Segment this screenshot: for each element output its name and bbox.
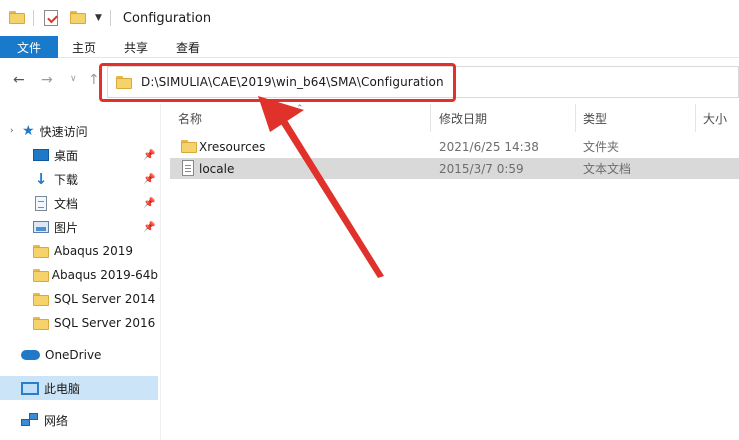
customize-toolbar-chevron-icon[interactable]: ▼: [95, 13, 102, 23]
network-icon: [21, 413, 39, 427]
nav-item-label: 网络: [44, 413, 69, 428]
file-row[interactable]: Xresources 2021/6/25 14:38 文件夹: [170, 136, 739, 157]
column-header-size[interactable]: 大小: [703, 104, 727, 132]
nav-item-pictures[interactable]: 图片 📌: [0, 215, 158, 239]
forward-arrow-icon[interactable]: →: [41, 72, 53, 88]
file-date: 2015/3/7 0:59: [439, 161, 524, 176]
nav-item-abaqus-2019-64b[interactable]: Abaqus 2019-64b: [0, 263, 158, 287]
annotation-highlight-box: [99, 63, 456, 102]
column-divider[interactable]: [575, 104, 576, 132]
nav-quick-access[interactable]: › ★ 快速访问: [0, 119, 158, 143]
folder-icon: [33, 268, 49, 282]
pictures-icon: [33, 221, 49, 233]
chevron-right-icon[interactable]: ›: [10, 126, 22, 136]
desktop-icon: [33, 149, 49, 161]
file-type: 文本文档: [583, 162, 632, 176]
pin-icon: 📌: [143, 197, 156, 209]
folder-icon: [33, 292, 49, 306]
nav-item-label: SQL Server 2014: [54, 292, 156, 306]
ribbon-tabs: 文件 主页 共享 查看: [0, 36, 739, 58]
computer-icon: [21, 381, 39, 395]
column-header-name[interactable]: 名称: [178, 104, 202, 132]
recent-locations-chevron-icon[interactable]: ∨: [70, 74, 77, 84]
nav-item-network[interactable]: 网络: [0, 408, 158, 432]
nav-item-sql-server-2014[interactable]: SQL Server 2014: [0, 287, 158, 311]
file-row[interactable]: locale 2015/3/7 0:59 文本文档: [170, 158, 739, 179]
nav-item-label: OneDrive: [45, 348, 102, 362]
tab-file[interactable]: 文件: [0, 36, 58, 58]
star-icon: ★: [22, 123, 35, 139]
nav-item-label: Abaqus 2019-64b: [51, 268, 158, 282]
nav-item-onedrive[interactable]: OneDrive: [0, 343, 158, 367]
tab-home[interactable]: 主页: [58, 36, 110, 58]
pin-icon: 📌: [143, 173, 156, 185]
navigation-pane: › ★ 快速访问 桌面 📌 ↓ 下载 📌 文档 📌 图片 📌 Abaqus 20…: [0, 104, 160, 440]
pane-divider[interactable]: [160, 104, 161, 440]
file-type: 文件夹: [583, 140, 620, 154]
back-arrow-icon[interactable]: ←: [13, 72, 25, 88]
nav-item-downloads[interactable]: ↓ 下载 📌: [0, 167, 158, 191]
new-folder-icon[interactable]: [70, 11, 86, 25]
column-header-date[interactable]: 修改日期: [439, 104, 487, 132]
quick-access-toolbar: ▼: [0, 0, 111, 36]
toolbar-divider: [109, 10, 111, 26]
nav-item-label: 此电脑: [44, 381, 81, 396]
file-date: 2021/6/25 14:38: [439, 139, 539, 154]
column-header-type[interactable]: 类型: [583, 104, 607, 132]
documents-icon: [35, 195, 47, 211]
nav-item-desktop[interactable]: 桌面 📌: [0, 143, 158, 167]
download-icon: ↓: [34, 170, 48, 188]
cloud-icon: [21, 350, 40, 360]
nav-item-abaqus-2019[interactable]: Abaqus 2019: [0, 239, 158, 263]
nav-item-sql-server-2016[interactable]: SQL Server 2016: [0, 311, 158, 335]
up-arrow-icon[interactable]: ↑: [88, 72, 100, 88]
pin-icon: 📌: [143, 149, 156, 161]
column-divider[interactable]: [695, 104, 696, 132]
folder-icon: [33, 244, 49, 258]
folder-icon: [33, 316, 49, 330]
nav-item-label: 下载: [54, 172, 79, 187]
properties-icon[interactable]: [44, 10, 58, 26]
nav-item-documents[interactable]: 文档 📌: [0, 191, 158, 215]
title-bar: ▼ Configuration: [0, 0, 739, 36]
folder-icon: [9, 11, 25, 25]
tab-view[interactable]: 查看: [162, 36, 214, 58]
file-name[interactable]: locale: [199, 162, 234, 176]
file-name[interactable]: Xresources: [199, 140, 265, 154]
column-divider[interactable]: [430, 104, 431, 132]
nav-item-this-pc[interactable]: 此电脑: [0, 376, 158, 400]
folder-icon: [181, 140, 197, 153]
nav-item-label: Abaqus 2019: [54, 244, 134, 258]
sort-caret-icon: ⌃: [296, 104, 304, 114]
pin-icon: 📌: [143, 221, 156, 233]
text-file-icon: [182, 160, 194, 176]
nav-item-label: 文档: [54, 196, 79, 211]
window-title: Configuration: [122, 10, 212, 26]
nav-item-label: 图片: [54, 220, 79, 235]
tab-share[interactable]: 共享: [110, 36, 162, 58]
toolbar-divider: [33, 10, 34, 26]
nav-item-label: 桌面: [54, 148, 79, 163]
nav-item-label: SQL Server 2016: [54, 316, 156, 330]
nav-item-label: 快速访问: [39, 124, 88, 139]
